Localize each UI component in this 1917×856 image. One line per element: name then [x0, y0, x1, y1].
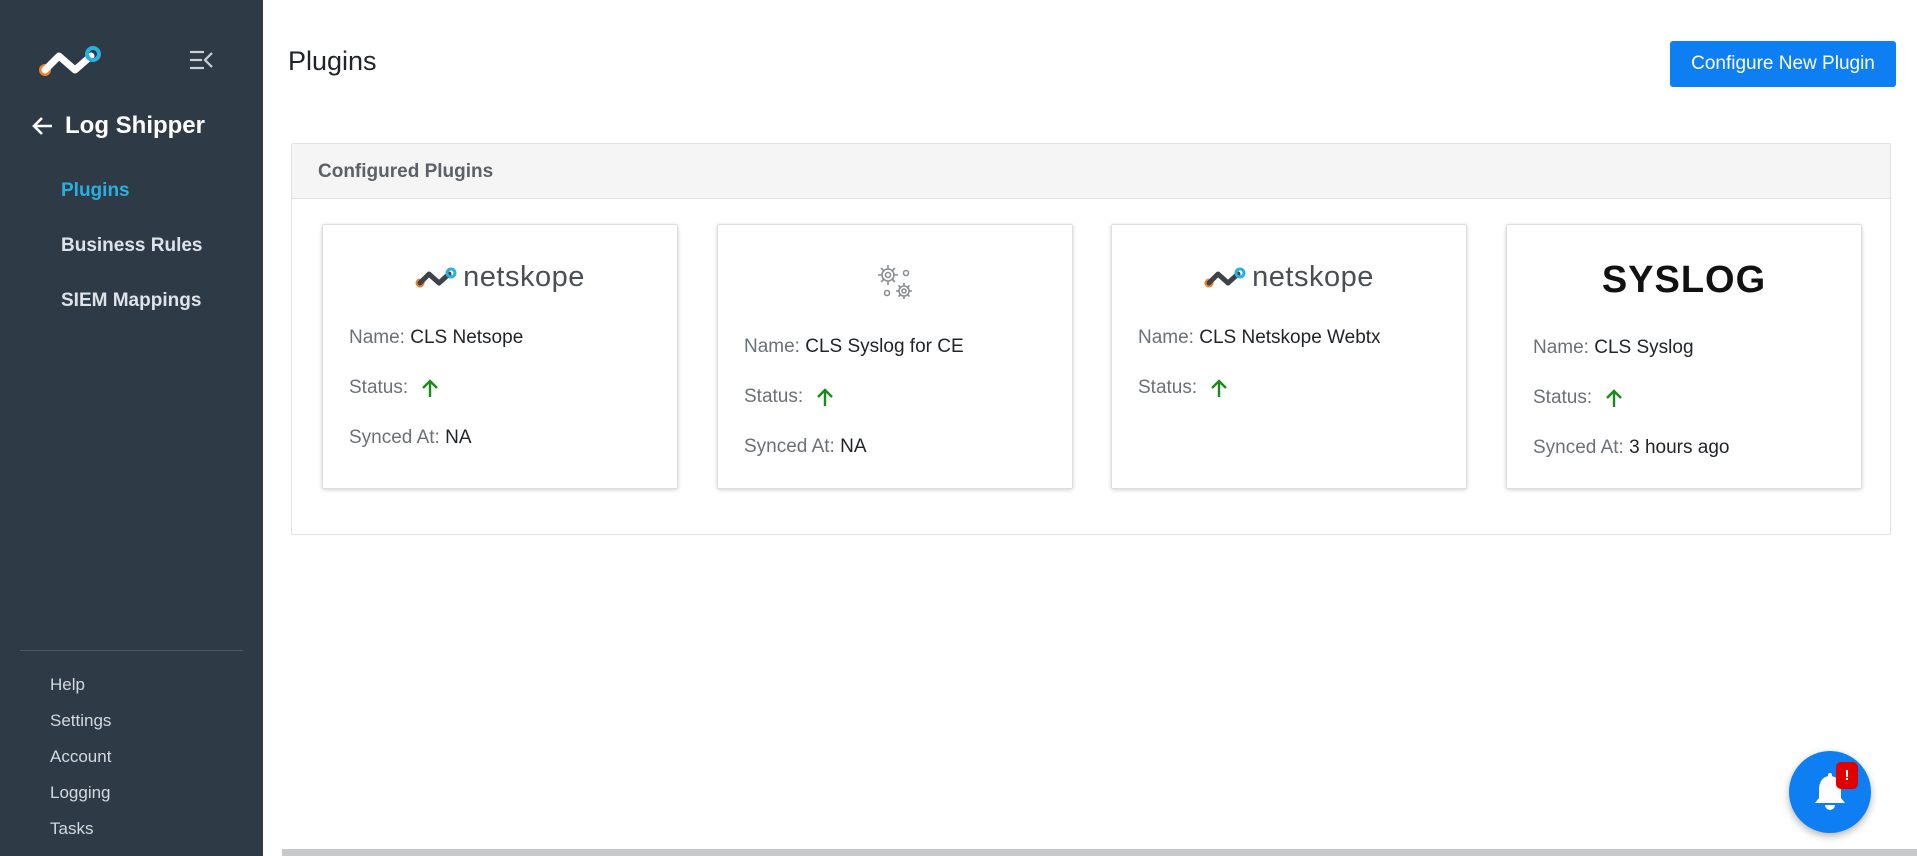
netskope-logo-text: netskope [1252, 261, 1374, 293]
plugin-card[interactable]: SYSLOG Name: CLS Syslog Status: Synced A… [1506, 224, 1862, 489]
plugin-synced-row: Synced At: 3 hours ago [1533, 437, 1729, 459]
plugin-name-row: Name: CLS Netskope Webtx [1138, 327, 1381, 349]
plugin-status-row: Status: [1533, 387, 1623, 409]
netskope-logo: netskope [323, 261, 677, 294]
arrow-up-icon [1606, 389, 1623, 407]
plugin-status-label: Status: [349, 377, 409, 398]
arrow-up-icon [817, 388, 834, 406]
plugin-status-row: Status: [349, 377, 439, 399]
plugin-name-label: Name: [349, 327, 405, 348]
netskope-logo-icon[interactable] [37, 44, 101, 78]
syslog-logo: SYSLOG [1507, 259, 1861, 302]
plugin-status-row: Status: [1138, 377, 1228, 399]
plugin-synced-row: Synced At: NA [744, 436, 867, 458]
arrow-left-icon [32, 117, 52, 135]
plugin-synced-label: Synced At: [349, 427, 440, 448]
plugin-name-label: Name: [1138, 327, 1194, 348]
sidebar: Log Shipper Plugins Business Rules SIEM … [0, 0, 263, 856]
netskope-mark-icon [415, 267, 457, 287]
arrow-up-icon [1211, 379, 1228, 397]
plugin-synced-value: NA [445, 427, 472, 448]
page-title: Plugins [288, 46, 377, 76]
arrow-up-icon [422, 379, 439, 397]
plugin-status-label: Status: [744, 386, 804, 407]
horizontal-scrollbar[interactable] [282, 849, 1917, 856]
sidebar-link-logging[interactable]: Logging [50, 783, 111, 803]
plugin-name-value: CLS Syslog for CE [805, 336, 964, 357]
plugin-synced-label: Synced At: [1533, 437, 1624, 458]
plugin-name-label: Name: [744, 336, 800, 357]
plugin-synced-value: NA [840, 436, 867, 457]
plugin-name-row: Name: CLS Syslog for CE [744, 336, 964, 358]
sidebar-item-plugins[interactable]: Plugins [61, 180, 130, 202]
plugin-name-value: CLS Syslog [1594, 337, 1694, 358]
notifications-button[interactable] [1789, 751, 1871, 833]
plugin-synced-row: Synced At: NA [349, 427, 472, 449]
plugin-status-label: Status: [1138, 377, 1198, 398]
plugin-card[interactable]: netskope Name: CLS Netsope Status: Synce… [322, 224, 678, 489]
plugin-name-value: CLS Netskope Webtx [1199, 327, 1381, 348]
notification-badge: ! [1836, 762, 1858, 789]
plugin-synced-value: 3 hours ago [1629, 437, 1730, 458]
configure-new-plugin-button[interactable]: Configure New Plugin [1670, 41, 1896, 87]
sidebar-link-tasks[interactable]: Tasks [50, 819, 93, 839]
syslog-logo-text: SYSLOG [1601, 259, 1767, 301]
sidebar-link-settings[interactable]: Settings [50, 711, 111, 731]
plugin-name-label: Name: [1533, 337, 1589, 358]
plugin-name-value: CLS Netsope [410, 327, 524, 348]
sidebar-item-business-rules[interactable]: Business Rules [61, 235, 203, 257]
netskope-mark-icon [1204, 267, 1246, 287]
gears-icon [878, 265, 912, 299]
panel-header: Configured Plugins [292, 144, 1890, 199]
module-title: Log Shipper [65, 112, 205, 139]
sidebar-link-help[interactable]: Help [50, 675, 85, 695]
plugin-name-row: Name: CLS Netsope [349, 327, 523, 349]
plugin-card[interactable]: netskope Name: CLS Netskope Webtx Status… [1111, 224, 1467, 489]
collapse-menu-icon[interactable] [188, 48, 214, 72]
netskope-logo: netskope [1112, 261, 1466, 294]
sidebar-item-siem-mappings[interactable]: SIEM Mappings [61, 290, 201, 312]
gears-icon [718, 261, 1072, 303]
plugin-status-row: Status: [744, 386, 834, 408]
sidebar-link-account[interactable]: Account [50, 747, 111, 767]
netskope-logo-text: netskope [463, 261, 585, 293]
sidebar-divider [20, 650, 243, 651]
plugin-synced-label: Synced At: [744, 436, 835, 457]
plugin-status-label: Status: [1533, 387, 1593, 408]
plugin-card[interactable]: Name: CLS Syslog for CE Status: Synced A… [717, 224, 1073, 489]
plugin-name-row: Name: CLS Syslog [1533, 337, 1694, 359]
back-to-modules-link[interactable]: Log Shipper [31, 112, 205, 140]
